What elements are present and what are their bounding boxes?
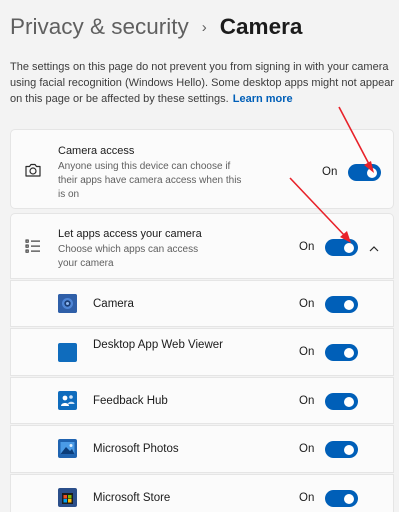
app-toggle-microsoft-photos[interactable] [325,441,358,458]
app-name: Microsoft Store [93,492,171,504]
info-description: The settings on this page do not prevent… [10,61,394,105]
store-icon [58,488,77,507]
app-state-label: On [299,298,315,310]
app-row-desktop-app-web-viewer: Desktop App Web Viewer On [10,328,394,376]
app-name: Feedback Hub [93,395,168,407]
camera-access-toggle[interactable] [348,164,381,181]
app-row-feedback-hub: Feedback Hub On [10,377,394,424]
app-toggle-desktop-app-web-viewer[interactable] [325,344,358,361]
apps-access-toggle[interactable] [325,239,358,256]
breadcrumb: Privacy & security › Camera [10,14,302,40]
app-name: Microsoft Photos [93,443,179,455]
app-toggle-camera[interactable] [325,296,358,313]
app-state-label: On [299,443,315,455]
camera-access-title: Camera access [58,145,135,157]
apps-access-title: Let apps access your camera [58,228,202,240]
camera-access-state-label: On [322,166,338,178]
app-toggle-microsoft-store[interactable] [325,490,358,507]
app-state-label: On [299,492,315,504]
app-state-label: On [299,346,315,358]
app-name: Desktop App Web Viewer [93,339,223,351]
apps-access-description: Choose which apps can access your camera [58,244,199,269]
learn-more-link[interactable]: Learn more [233,93,293,105]
app-name: Camera [93,298,134,310]
chevron-right-icon: › [201,18,207,36]
list-icon [25,238,41,259]
camera-app-icon [58,294,77,313]
camera-icon [24,162,42,183]
app-state-label: On [299,395,315,407]
breadcrumb-parent-link[interactable]: Privacy & security [10,14,189,40]
app-row-camera: Camera On [10,280,394,327]
desktop-app-web-viewer-icon [58,343,77,362]
photos-icon [58,439,77,458]
app-toggle-feedback-hub[interactable] [325,393,358,410]
feedback-hub-icon [58,391,77,410]
app-row-microsoft-photos: Microsoft Photos On [10,425,394,473]
info-text: The settings on this page do not prevent… [10,59,394,107]
apps-access-card[interactable]: Let apps access your camera Choose which… [10,213,394,279]
chevron-up-icon[interactable] [368,241,380,259]
camera-access-description: Anyone using this device can choose if t… [58,161,242,200]
apps-access-state-label: On [299,241,315,253]
page-title: Camera [219,14,303,39]
camera-access-card: Camera access Anyone using this device c… [10,129,394,209]
app-row-microsoft-store: Microsoft Store On [10,474,394,512]
